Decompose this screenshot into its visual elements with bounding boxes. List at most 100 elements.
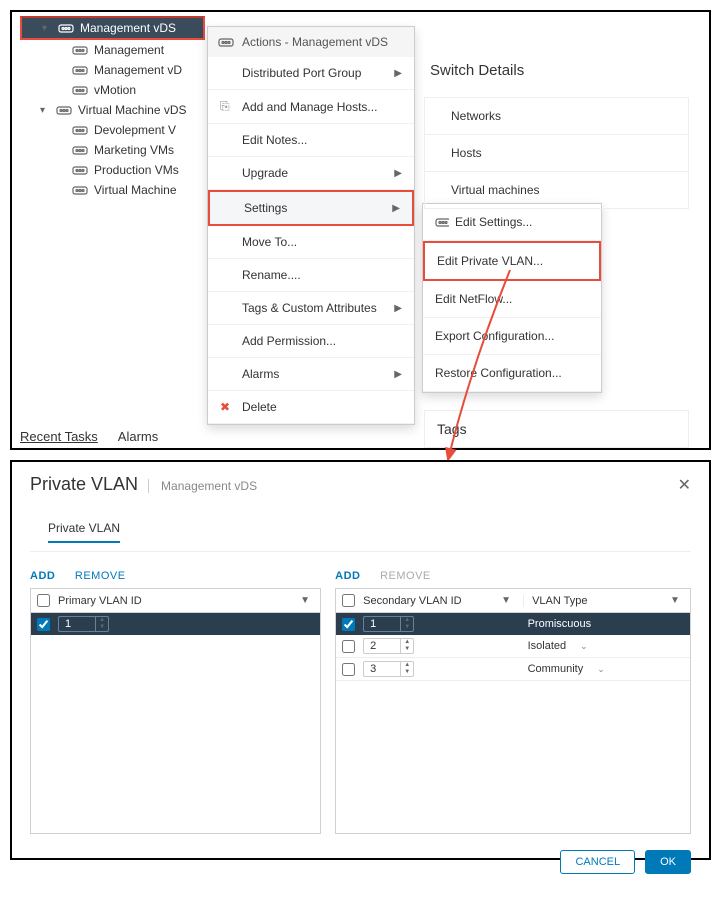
ctx-label: Delete [242, 400, 277, 414]
delete-icon: ✖ [220, 400, 234, 414]
tree-item[interactable]: Management [20, 40, 205, 60]
sub-item-export-config[interactable]: Export Configuration... [423, 318, 601, 355]
chevron-down-icon: ⌄ [597, 664, 605, 675]
ctx-label: Tags & Custom Attributes [242, 301, 377, 315]
table-row[interactable]: 2 ▲▼ Isolated ⌄ [336, 635, 690, 658]
select-all-checkbox[interactable] [37, 594, 50, 607]
step-up-icon[interactable]: ▲ [96, 617, 108, 624]
sub-item-edit-netflow[interactable]: Edit NetFlow... [423, 281, 601, 318]
hosts-icon: ⎘ [220, 99, 234, 114]
col-header[interactable]: VLAN Type [532, 595, 587, 607]
dialog-title: Private VLAN [30, 474, 138, 495]
stepper-value: 1 [364, 618, 400, 630]
secondary-vlan-grid: Secondary VLAN ID ▼ VLAN Type ▼ 1 [335, 588, 691, 834]
add-button-left[interactable]: ADD [30, 570, 55, 582]
step-down-icon[interactable]: ▼ [401, 646, 413, 653]
ctx-item-delete[interactable]: ✖ Delete [208, 391, 414, 424]
vlan-type-dropdown[interactable]: Community ⌄ [528, 663, 684, 675]
stepper-value: 2 [364, 640, 400, 652]
ctx-item-alarms[interactable]: Alarms ▶ [208, 358, 414, 391]
ctx-item-upgrade[interactable]: Upgrade ▶ [208, 157, 414, 190]
ctx-item-tags[interactable]: Tags & Custom Attributes ▶ [208, 292, 414, 325]
vlan-id-stepper[interactable]: 1 ▲▼ [58, 616, 109, 632]
step-up-icon[interactable]: ▲ [401, 662, 413, 669]
tree-item[interactable]: Virtual Machine [20, 180, 205, 200]
chevron-right-icon: ▶ [394, 369, 402, 380]
table-row[interactable]: 3 ▲▼ Community ⌄ [336, 658, 690, 681]
row-checkbox[interactable] [342, 618, 355, 631]
context-menu: Actions - Management vDS Distributed Por… [207, 26, 415, 425]
details-networks[interactable]: Networks [424, 97, 689, 135]
settings-icon [435, 216, 449, 228]
ctx-item-edit-notes[interactable]: Edit Notes... [208, 124, 414, 157]
sub-label: Edit NetFlow... [435, 292, 512, 306]
ctx-label: Move To... [242, 235, 297, 249]
top-panel: ▾ Management vDS Management Management v… [10, 10, 711, 450]
details-hosts[interactable]: Hosts [424, 135, 689, 172]
sub-item-restore-config[interactable]: Restore Configuration... [423, 355, 601, 392]
vlan-id-stepper[interactable]: 1 ▲▼ [363, 616, 414, 632]
col-header[interactable]: Primary VLAN ID [58, 595, 142, 607]
vlan-id-stepper[interactable]: 2 ▲▼ [363, 638, 414, 654]
ctx-item-dpg[interactable]: Distributed Port Group ▶ [208, 57, 414, 90]
tab-recent-tasks[interactable]: Recent Tasks [20, 429, 98, 444]
ctx-item-settings[interactable]: Settings ▶ [208, 190, 414, 226]
row-checkbox[interactable] [342, 640, 355, 653]
dropdown-value: Community [528, 663, 584, 675]
vlan-type-cell: Promiscuous [528, 618, 684, 630]
sub-item-edit-private-vlan[interactable]: Edit Private VLAN... [423, 241, 601, 281]
context-menu-header: Actions - Management vDS [208, 27, 414, 57]
add-button-right[interactable]: ADD [335, 570, 360, 582]
step-up-icon[interactable]: ▲ [401, 639, 413, 646]
tab-alarms[interactable]: Alarms [118, 429, 158, 444]
portgroup-icon [72, 164, 88, 176]
table-row[interactable]: 1 ▲▼ Promiscuous [336, 613, 690, 635]
primary-vlan-grid: Primary VLAN ID ▼ 1 ▲▼ [30, 588, 321, 834]
portgroup-icon [72, 84, 88, 96]
filter-icon[interactable]: ▼ [300, 595, 310, 606]
row-checkbox[interactable] [37, 618, 50, 631]
right-grid-actions: ADD REMOVE [335, 564, 691, 588]
tree-item[interactable]: Devolepment V [20, 120, 205, 140]
vds-icon [218, 36, 234, 48]
tree-item[interactable]: Management vD [20, 60, 205, 80]
details-vms[interactable]: Virtual machines [424, 172, 689, 209]
cancel-button[interactable]: CANCEL [560, 850, 635, 874]
chevron-down-icon: ⌄ [580, 641, 588, 652]
col-header[interactable]: Secondary VLAN ID [363, 595, 461, 607]
vlan-type-dropdown[interactable]: Isolated ⌄ [528, 640, 684, 652]
vlan-id-stepper[interactable]: 3 ▲▼ [363, 661, 414, 677]
tree-item[interactable]: vMotion [20, 80, 205, 100]
ctx-item-moveto[interactable]: Move To... [208, 226, 414, 259]
sub-label: Edit Private VLAN... [437, 254, 543, 268]
sub-item-edit-settings[interactable]: Edit Settings... [423, 204, 601, 241]
filter-icon[interactable]: ▼ [670, 595, 680, 606]
ctx-item-add-hosts[interactable]: ⎘Add and Manage Hosts... [208, 90, 414, 124]
sub-label: Edit Settings... [455, 215, 532, 229]
select-all-checkbox[interactable] [342, 594, 355, 607]
chevron-down-icon: ▾ [40, 105, 50, 116]
row-checkbox[interactable] [342, 663, 355, 676]
ctx-item-rename[interactable]: Rename.... [208, 259, 414, 292]
step-down-icon[interactable]: ▼ [401, 624, 413, 631]
table-row[interactable]: 1 ▲▼ [31, 613, 320, 635]
step-down-icon[interactable]: ▼ [96, 624, 108, 631]
tree-item-management-vds[interactable]: ▾ Management vDS [20, 16, 205, 40]
filter-icon[interactable]: ▼ [501, 595, 511, 606]
remove-button-right[interactable]: REMOVE [380, 570, 431, 582]
tree-item-vm-vds[interactable]: ▾ Virtual Machine vDS [20, 100, 205, 120]
tree-item[interactable]: Production VMs [20, 160, 205, 180]
tab-private-vlan[interactable]: Private VLAN [48, 515, 120, 543]
step-down-icon[interactable]: ▼ [401, 669, 413, 676]
ctx-label: Rename.... [242, 268, 301, 282]
ok-button[interactable]: OK [645, 850, 691, 874]
ctx-item-add-permission[interactable]: Add Permission... [208, 325, 414, 358]
chevron-right-icon: ▶ [394, 303, 402, 314]
chevron-right-icon: ▶ [392, 203, 400, 214]
dialog-footer: CANCEL OK [12, 840, 709, 890]
remove-button-left[interactable]: REMOVE [75, 570, 126, 582]
close-icon[interactable]: ✕ [678, 475, 691, 495]
tags-title: Tags [437, 421, 467, 437]
tree-item[interactable]: Marketing VMs [20, 140, 205, 160]
step-up-icon[interactable]: ▲ [401, 617, 413, 624]
